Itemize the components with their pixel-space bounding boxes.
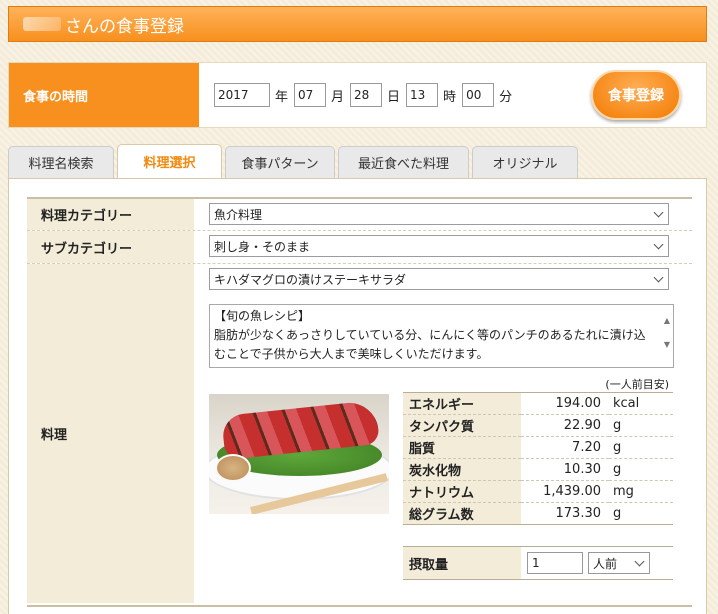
tab-meal-pattern[interactable]: 食事パターン bbox=[225, 146, 335, 178]
intake-row: 摂取量 人前 bbox=[403, 546, 673, 580]
scroll-arrows-icon[interactable]: ▲ ▼ bbox=[664, 309, 670, 357]
minute-unit: 分 bbox=[499, 89, 513, 105]
category-cell: 魚介料理 bbox=[194, 199, 692, 230]
nutrient-value: 194.00 bbox=[521, 392, 609, 415]
subcategory-label: サブカテゴリー bbox=[27, 231, 194, 263]
intake-unit-value: 人前 bbox=[593, 556, 618, 571]
nutrient-label: 総グラム数 bbox=[403, 502, 521, 525]
category-label: 料理カテゴリー bbox=[27, 199, 194, 230]
chevron-down-icon bbox=[653, 239, 664, 250]
nutrient-unit: g bbox=[609, 436, 673, 459]
register-meal-button[interactable]: 食事登録 bbox=[591, 70, 681, 120]
table-bottom-border bbox=[27, 605, 692, 607]
description-title: 【旬の魚レシピ】 bbox=[214, 309, 311, 323]
chevron-down-icon bbox=[634, 556, 645, 567]
dish-label: 料理 bbox=[27, 264, 194, 603]
meal-time-fields: 年 月 日 時 分 bbox=[214, 83, 518, 107]
redacted-user-name bbox=[23, 17, 61, 31]
day-unit: 日 bbox=[387, 89, 401, 105]
intake-amount-input[interactable] bbox=[527, 552, 583, 574]
day-input[interactable] bbox=[350, 83, 383, 107]
dish-cell: キハダマグロの漬けステーキサラダ 【旬の魚レシピ】 脂肪が少なくあっさりしていて… bbox=[194, 264, 692, 603]
table-row: 炭水化物 10.30 g bbox=[403, 458, 673, 481]
nutrient-value: 10.30 bbox=[521, 458, 609, 481]
category-row: 料理カテゴリー 魚介料理 bbox=[27, 197, 692, 230]
description-body: 脂肪が少なくあっさりしていている分、にんにく等のパンチのあるたれに漬け込むことで… bbox=[214, 328, 646, 361]
dish-form: 料理カテゴリー 魚介料理 サブカテゴリー 刺し身・そのまま 料理 キハダマグロの… bbox=[27, 197, 692, 603]
nutrient-unit: mg bbox=[609, 480, 673, 503]
food-info: エネルギー 194.00 kcal タンパク質 22.90 g 脂質 7.20 bbox=[209, 392, 677, 580]
dish-select-value: キハダマグロの漬けステーキサラダ bbox=[214, 272, 407, 287]
nutrient-label: 炭水化物 bbox=[403, 458, 521, 481]
nutrient-unit: g bbox=[609, 458, 673, 481]
page-title: さんの食事登録 bbox=[65, 16, 184, 37]
tab-dish-selection[interactable]: 料理選択 bbox=[117, 144, 222, 178]
hour-input[interactable] bbox=[406, 83, 439, 107]
chevron-down-icon bbox=[653, 272, 664, 283]
year-input[interactable] bbox=[214, 83, 270, 107]
nutrient-value: 173.30 bbox=[521, 502, 609, 525]
dish-photo bbox=[209, 394, 389, 514]
per-person-note: (一人前目安) bbox=[605, 378, 669, 391]
nutrient-value: 7.20 bbox=[521, 436, 609, 459]
hour-unit: 時 bbox=[443, 89, 457, 105]
month-input[interactable] bbox=[294, 83, 327, 107]
nutrient-label: エネルギー bbox=[403, 392, 521, 415]
subcategory-cell: 刺し身・そのまま bbox=[194, 231, 692, 263]
tab-original[interactable]: オリジナル bbox=[472, 146, 578, 178]
minute-input[interactable] bbox=[462, 83, 495, 107]
table-row: 総グラム数 173.30 g bbox=[403, 502, 673, 525]
nutrient-label: ナトリウム bbox=[403, 480, 521, 503]
nutrient-value: 1,439.00 bbox=[521, 480, 609, 503]
nutrient-label: タンパク質 bbox=[403, 414, 521, 437]
dish-description[interactable]: 【旬の魚レシピ】 脂肪が少なくあっさりしていている分、にんにく等のパンチのあるた… bbox=[209, 304, 674, 368]
dish-select[interactable]: キハダマグロの漬けステーキサラダ bbox=[209, 268, 669, 290]
chevron-down-icon bbox=[653, 207, 664, 218]
nutrition-table: エネルギー 194.00 kcal タンパク質 22.90 g 脂質 7.20 bbox=[403, 392, 673, 525]
dish-selection-panel: 料理カテゴリー 魚介料理 サブカテゴリー 刺し身・そのまま 料理 キハダマグロの… bbox=[8, 178, 707, 614]
page-title-bar: さんの食事登録 bbox=[8, 6, 707, 42]
nutrient-unit: g bbox=[609, 502, 673, 525]
meal-time-panel: 食事の時間 年 月 日 時 分 食事登録 bbox=[8, 62, 707, 128]
tab-dish-name-search[interactable]: 料理名検索 bbox=[8, 146, 114, 178]
tab-bar: 料理名検索 料理選択 食事パターン 最近食べた料理 オリジナル bbox=[8, 144, 581, 178]
category-select-value: 魚介料理 bbox=[214, 207, 263, 222]
table-row: ナトリウム 1,439.00 mg bbox=[403, 480, 673, 503]
table-row: 脂質 7.20 g bbox=[403, 436, 673, 459]
subcategory-select-value: 刺し身・そのまま bbox=[214, 239, 311, 254]
category-select[interactable]: 魚介料理 bbox=[209, 203, 669, 225]
nutrient-label: 脂質 bbox=[403, 436, 521, 459]
subcategory-select[interactable]: 刺し身・そのまま bbox=[209, 235, 669, 257]
nutrient-unit: kcal bbox=[609, 392, 673, 415]
nutrient-value: 22.90 bbox=[521, 414, 609, 437]
sauce-bowl-shape bbox=[215, 454, 251, 482]
subcategory-row: サブカテゴリー 刺し身・そのまま bbox=[27, 230, 692, 263]
tab-recent-dishes[interactable]: 最近食べた料理 bbox=[338, 146, 469, 178]
meal-time-label: 食事の時間 bbox=[9, 63, 199, 127]
table-row: タンパク質 22.90 g bbox=[403, 414, 673, 437]
year-unit: 年 bbox=[275, 89, 289, 105]
intake-unit-select[interactable]: 人前 bbox=[588, 552, 650, 574]
dish-row: 料理 キハダマグロの漬けステーキサラダ 【旬の魚レシピ】 脂肪が少なくあっさりし… bbox=[27, 263, 692, 603]
intake-label: 摂取量 bbox=[403, 547, 521, 579]
table-row: エネルギー 194.00 kcal bbox=[403, 392, 673, 415]
nutrient-unit: g bbox=[609, 414, 673, 437]
month-unit: 月 bbox=[331, 89, 345, 105]
